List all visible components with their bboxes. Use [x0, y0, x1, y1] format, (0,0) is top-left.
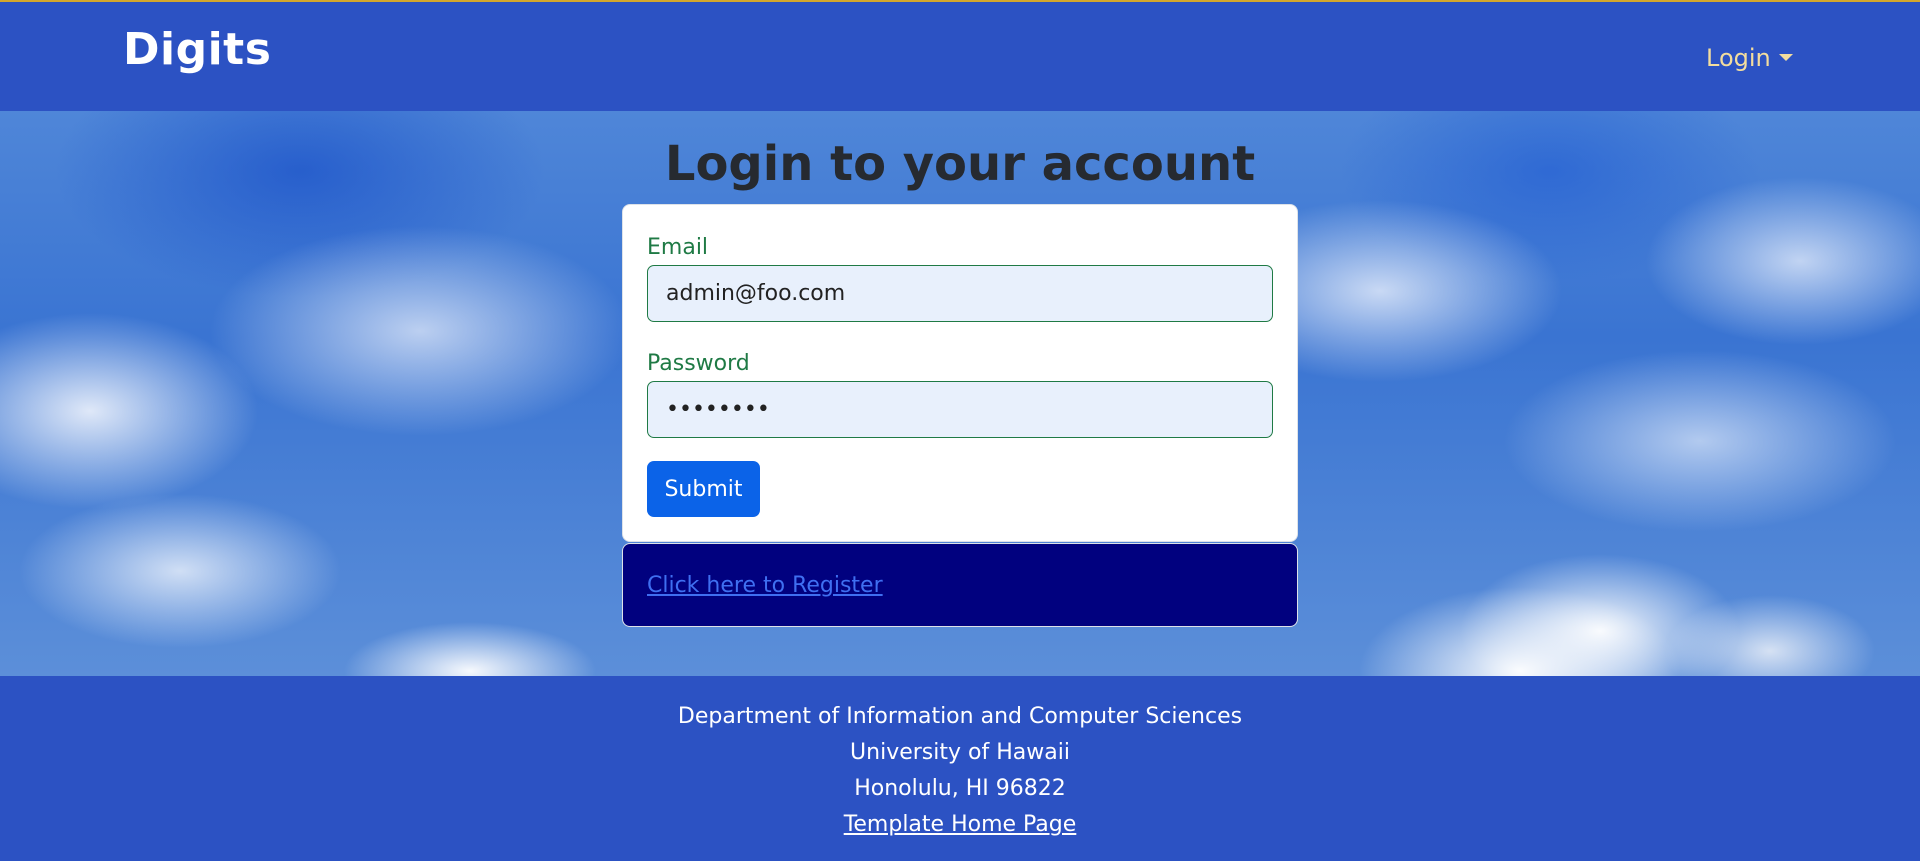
- footer: Department of Information and Computer S…: [0, 676, 1920, 861]
- login-dropdown-label: Login: [1706, 44, 1771, 72]
- email-label: Email: [647, 235, 709, 260]
- login-dropdown[interactable]: Login: [1706, 44, 1793, 72]
- password-label: Password: [647, 351, 750, 376]
- template-home-link[interactable]: Template Home Page: [844, 812, 1077, 837]
- footer-address: Honolulu, HI 96822: [854, 776, 1066, 801]
- footer-university: University of Hawaii: [850, 740, 1070, 765]
- caret-down-icon: [1778, 53, 1793, 61]
- email-field[interactable]: [647, 265, 1273, 322]
- password-field[interactable]: [647, 381, 1273, 438]
- footer-department: Department of Information and Computer S…: [677, 704, 1243, 729]
- submit-button[interactable]: Submit: [647, 461, 760, 517]
- navbar: Digits Login: [0, 2, 1920, 111]
- register-link[interactable]: Click here to Register: [647, 573, 883, 598]
- login-form-card: Email Password Submit: [622, 204, 1298, 542]
- register-panel: Click here to Register: [622, 543, 1298, 627]
- brand-logo[interactable]: Digits: [123, 24, 271, 75]
- page-title: Login to your account: [664, 136, 1256, 192]
